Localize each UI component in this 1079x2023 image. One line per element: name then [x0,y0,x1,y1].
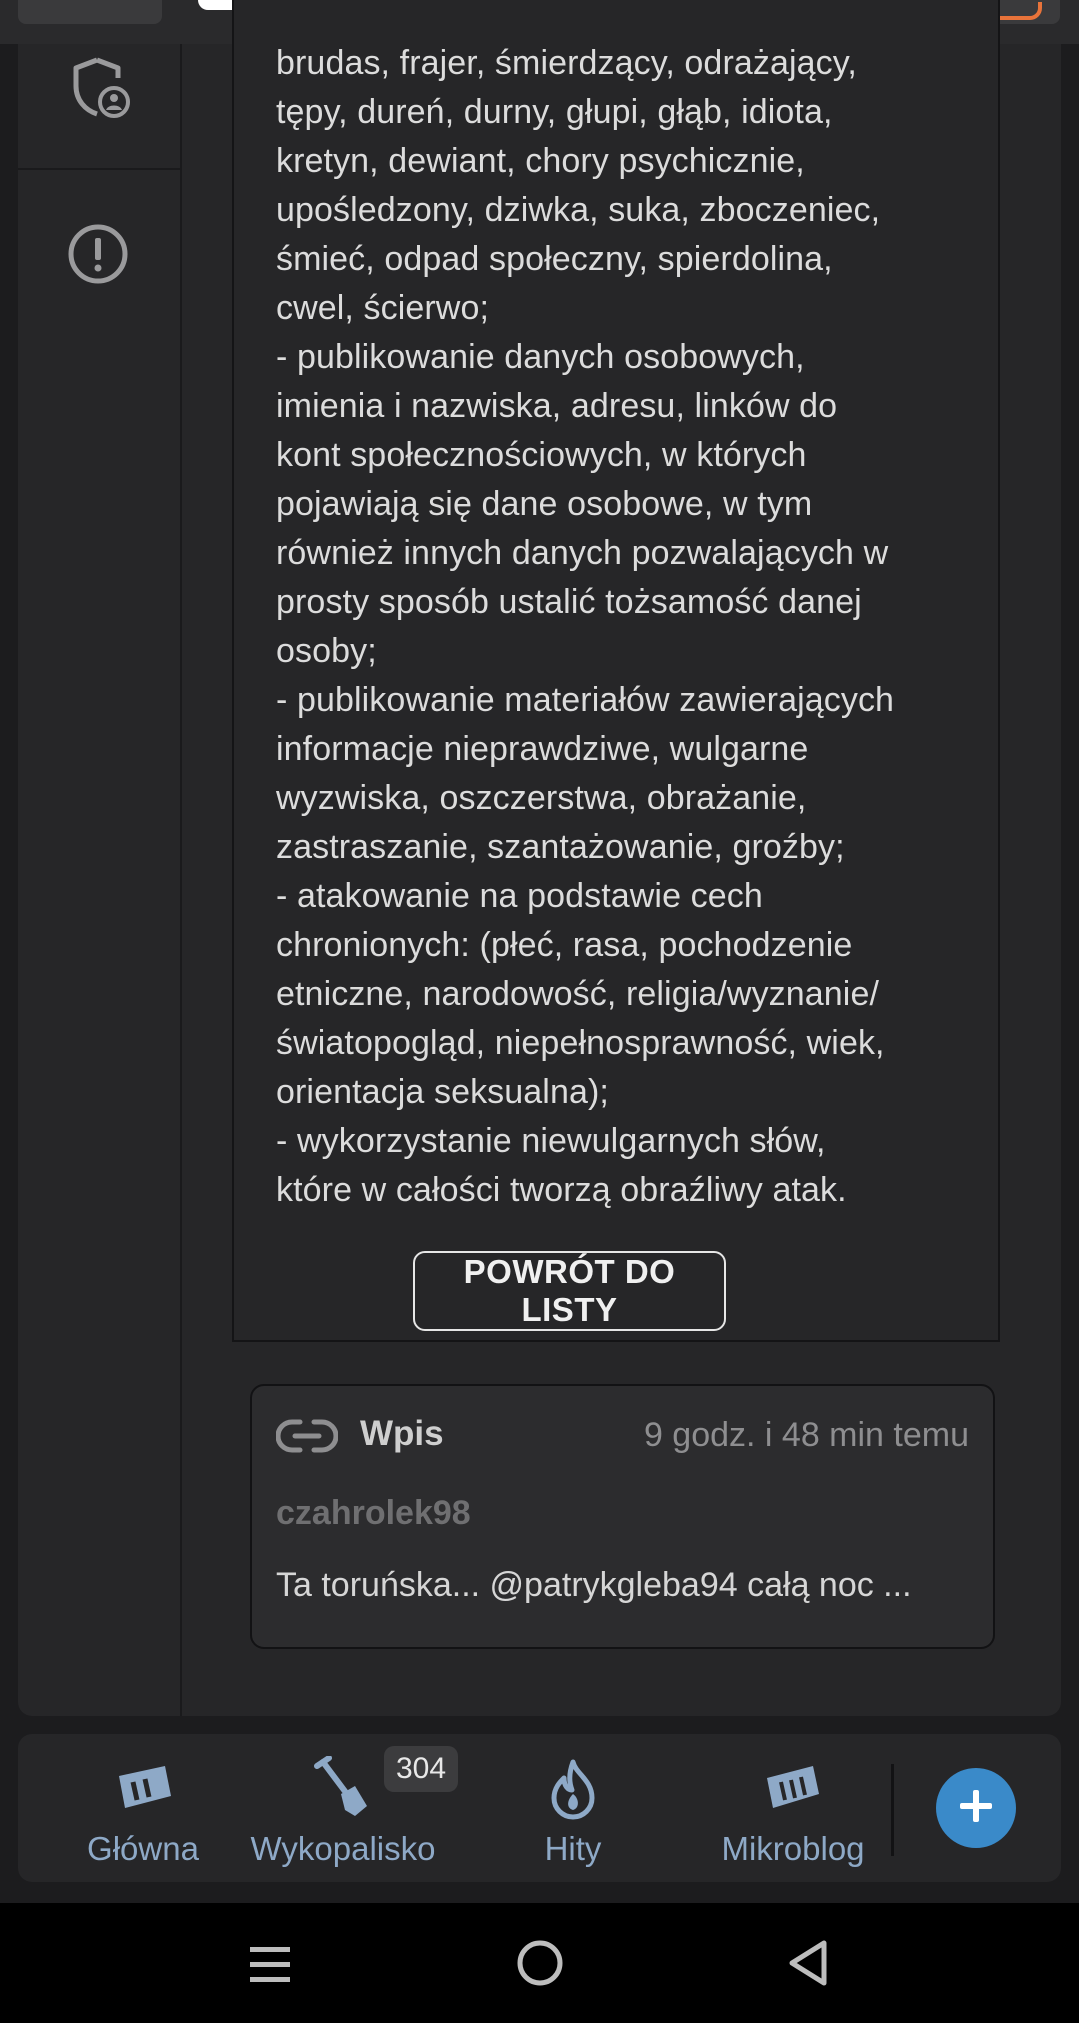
system-navigation-bar [0,1903,1079,2023]
nav-item-mikroblog[interactable]: Mikroblog [698,1734,888,1882]
rail-divider [18,168,180,170]
back-to-list-button[interactable]: POWRÓT DO LISTY [413,1251,726,1331]
shield-user-icon[interactable] [68,54,134,125]
shovel-icon [313,1755,373,1825]
entry-excerpt[interactable]: Ta toruńska... @patrykgleba94 całą noc .… [276,1566,976,1605]
nav-label-hity: Hity [544,1830,602,1867]
nav-label-wykopalisko: Wykopalisko [250,1830,436,1867]
nav-label-mikroblog: Mikroblog [721,1830,865,1867]
related-entry-card[interactable]: Wpis 9 godz. i 48 min temu czahrolek98 T… [250,1384,995,1649]
wykop-home-icon [113,1762,173,1817]
entry-author[interactable]: czahrolek98 [276,1494,471,1533]
bottom-navigation: Główna Wykopalisko 304 Hity Mikroblog [18,1734,1061,1882]
alert-circle-icon[interactable] [66,222,130,291]
nav-separator [891,1764,894,1856]
header-back-control[interactable] [18,0,162,24]
back-triangle-icon[interactable] [786,1939,832,1992]
nav-item-hity[interactable]: Hity [488,1734,658,1882]
wykopalisko-count-badge: 304 [384,1746,459,1792]
add-post-button[interactable] [936,1768,1016,1848]
entry-timestamp: 9 godz. i 48 min temu [643,1416,969,1454]
home-circle-icon[interactable] [516,1939,564,1992]
plus-icon [958,1788,994,1829]
fire-icon [546,1758,600,1825]
menu-icon[interactable] [248,1943,292,1992]
nav-label-glowna: Główna [87,1830,199,1867]
link-icon [275,1416,339,1461]
entry-type-label: Wpis [360,1414,444,1453]
article-body: brudas, frajer, śmierdzący, odrażający, … [276,44,895,1209]
left-rail [18,44,182,1716]
nav-item-glowna[interactable]: Główna [48,1734,238,1882]
mikroblog-icon [763,1762,823,1817]
